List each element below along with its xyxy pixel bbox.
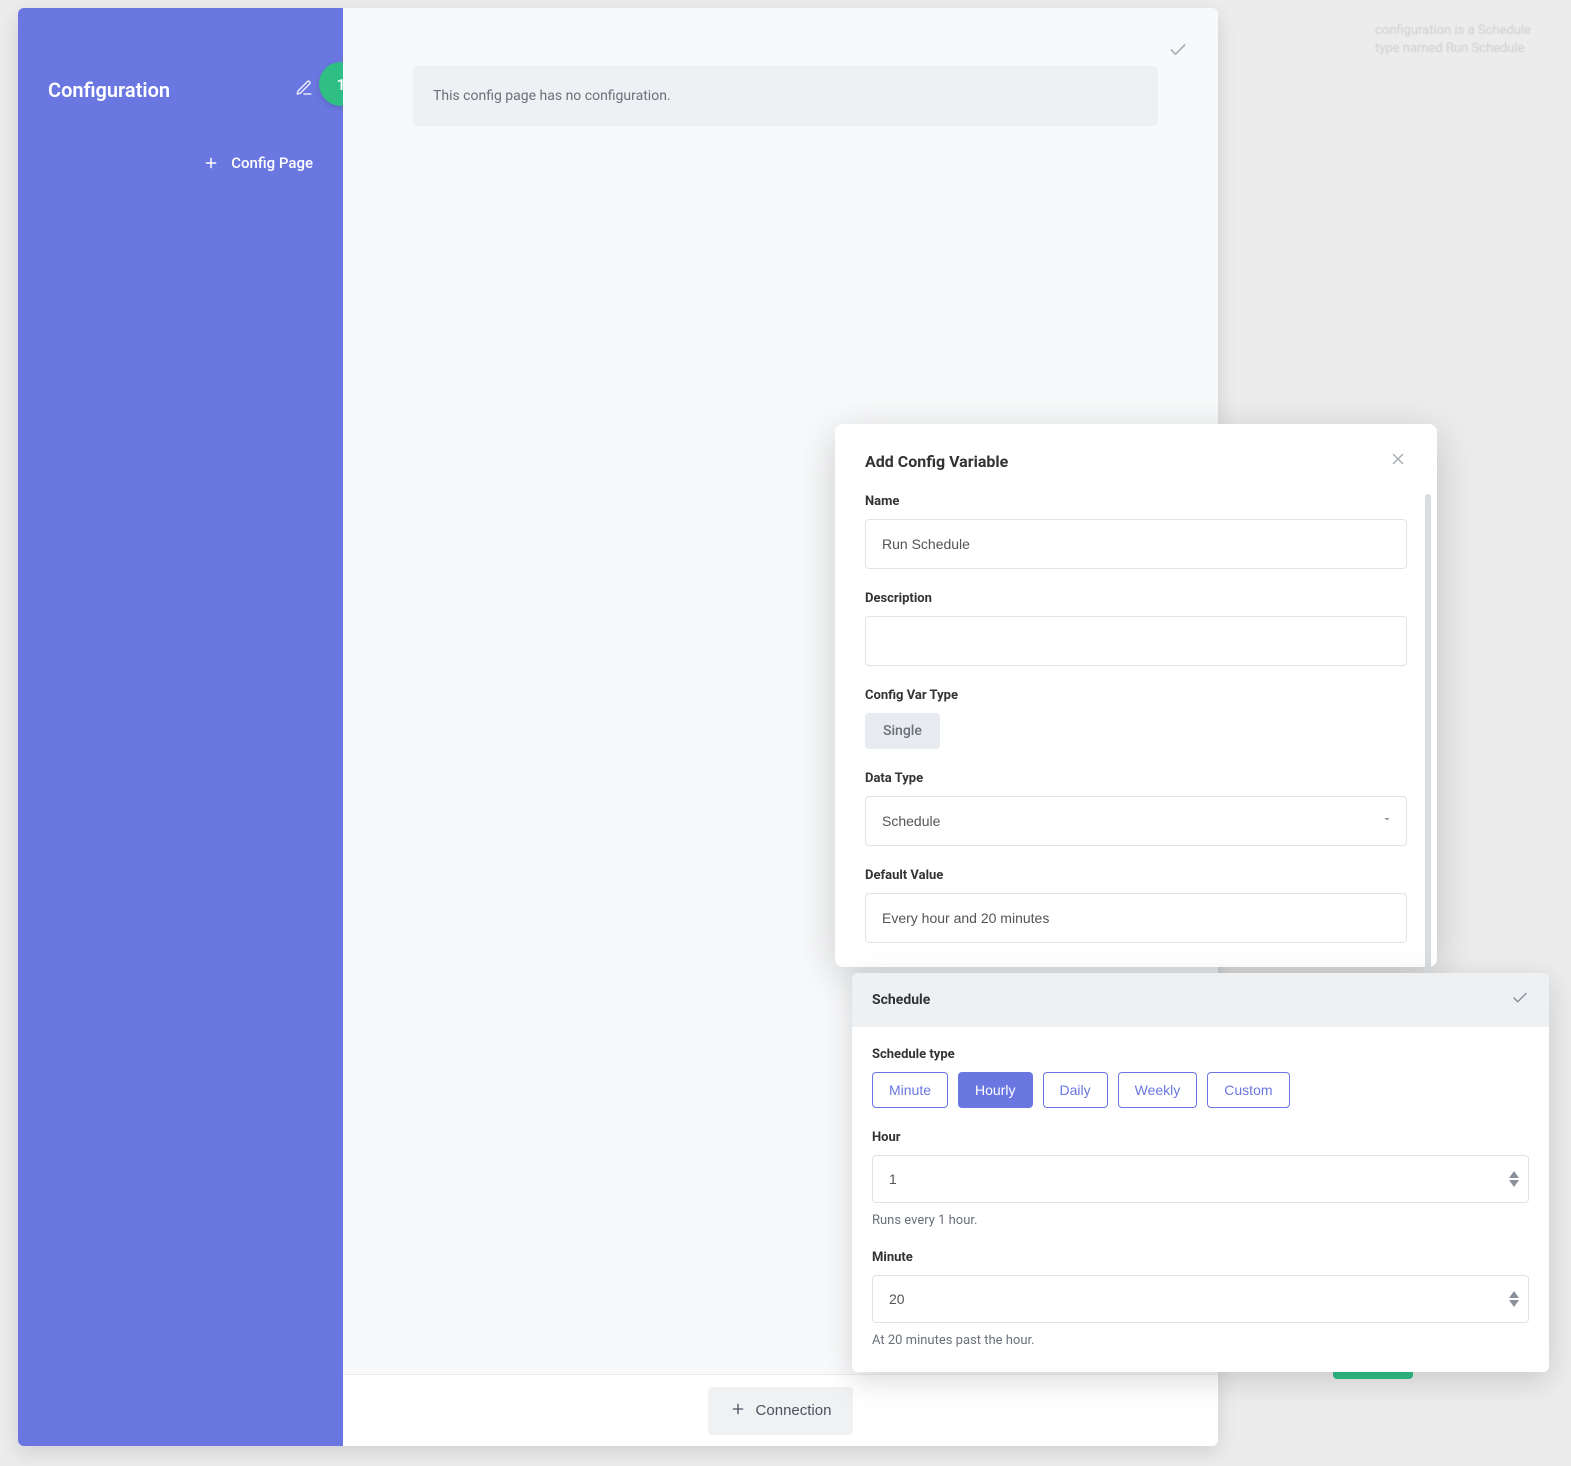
plus-icon [203, 155, 219, 171]
schedule-type-custom[interactable]: Custom [1207, 1072, 1289, 1108]
hour-stepper[interactable] [1509, 1171, 1519, 1187]
minute-stepper[interactable] [1509, 1291, 1519, 1307]
description-input[interactable] [865, 616, 1407, 666]
default-value-label: Default Value [865, 868, 1407, 883]
close-icon[interactable] [1389, 450, 1407, 472]
data-type-select[interactable] [865, 796, 1407, 846]
check-icon[interactable] [1168, 40, 1188, 64]
minute-helper-text: At 20 minutes past the hour. [872, 1333, 1529, 1348]
check-icon[interactable] [1511, 989, 1529, 1011]
add-connection-button[interactable]: Connection [708, 1387, 854, 1435]
schedule-type-segmented: Minute Hourly Daily WeeklyCustom [872, 1072, 1529, 1108]
plus-icon [730, 1401, 746, 1421]
config-var-type-label: Config Var Type [865, 688, 1407, 703]
schedule-type-hourly[interactable]: Hourly [958, 1072, 1032, 1108]
hour-label: Hour [872, 1130, 1529, 1145]
schedule-popover-title: Schedule [872, 992, 930, 1008]
sidebar: Configuration 1 Config Page [18, 8, 343, 1446]
default-value-input[interactable] [865, 893, 1407, 943]
add-config-page-button[interactable]: Config Page [48, 154, 313, 172]
edit-icon[interactable] [295, 79, 313, 101]
schedule-popover: Schedule Schedule type Minute Hourly Daily… [852, 973, 1549, 1372]
schedule-type-weekly[interactable]: Weekly [1118, 1072, 1198, 1108]
background-ghost-text: configuration is a Schedule type named R… [1375, 22, 1531, 58]
minute-input[interactable] [872, 1275, 1529, 1323]
config-var-type-pill[interactable]: Single [865, 713, 940, 749]
minute-label: Minute [872, 1250, 1529, 1265]
schedule-type-label: Schedule type [872, 1047, 1529, 1062]
hour-helper-text: Runs every 1 hour. [872, 1213, 1529, 1228]
name-input[interactable] [865, 519, 1407, 569]
hour-input[interactable] [872, 1155, 1529, 1203]
footer-bar: Connection [343, 1374, 1218, 1446]
empty-config-banner: This config page has no configuration. [413, 66, 1158, 126]
description-label: Description [865, 591, 1407, 606]
sidebar-title: Configuration [48, 78, 170, 102]
add-config-page-label: Config Page [231, 154, 313, 172]
name-label: Name [865, 494, 1407, 509]
connection-button-label: Connection [756, 1402, 832, 1419]
data-type-label: Data Type [865, 771, 1407, 786]
modal-title: Add Config Variable [865, 452, 1008, 471]
schedule-type-minute[interactable]: Minute [872, 1072, 948, 1108]
schedule-type-daily[interactable]: Daily [1043, 1072, 1108, 1108]
add-config-variable-modal: Add Config Variable Name Description Con… [835, 424, 1437, 967]
